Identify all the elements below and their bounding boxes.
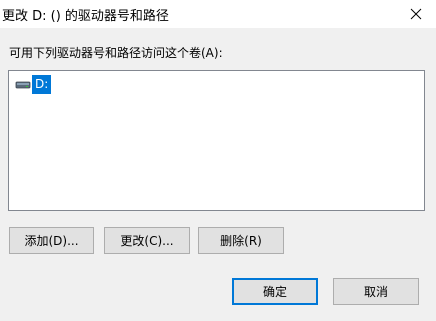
drive-icon [15,76,31,92]
title-bar: 更改 D: () 的驱动器号和路径 [0,0,436,28]
close-button[interactable] [396,0,436,28]
window-title: 更改 D: () 的驱动器号和路径 [2,9,169,24]
cancel-button[interactable]: 取消 [333,278,419,305]
ok-button[interactable]: 确定 [232,278,318,305]
close-icon [410,8,422,20]
remove-button[interactable]: 删除(R) [198,227,284,254]
list-item[interactable]: D: [15,74,52,94]
instruction-label: 可用下列驱动器号和路径访问这个卷(A): [9,46,223,60]
drive-path-list[interactable]: D: [8,70,425,211]
list-item-label: D: [32,74,52,94]
add-button[interactable]: 添加(D)... [9,227,94,254]
change-button[interactable]: 更改(C)... [104,227,190,254]
change-drive-letter-dialog: 更改 D: () 的驱动器号和路径 可用下列驱动器号和路径访问这个卷(A): D… [0,0,436,321]
